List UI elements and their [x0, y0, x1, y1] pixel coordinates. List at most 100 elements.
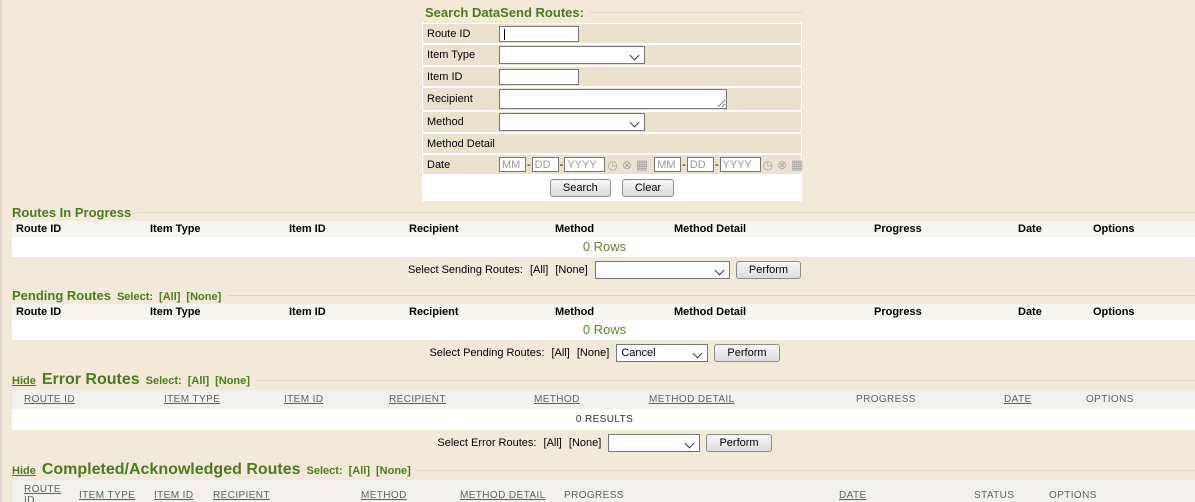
completed-title-text: Completed/Acknowledged Routes: [42, 461, 301, 479]
col-recipient: Recipient: [405, 221, 551, 237]
sort-recipient[interactable]: RECIPIENT: [385, 390, 530, 409]
route-id-input-wrap: [499, 26, 579, 42]
error-header-row: ROUTE ID ITEM TYPE ITEM ID RECIPIENT MET…: [12, 390, 1195, 409]
pending-routes-action-select-value: Cancel: [621, 347, 655, 359]
select-none-link[interactable]: [None]: [555, 264, 587, 276]
col-item-type: Item Type: [146, 221, 285, 237]
col-item-id: Item ID: [285, 221, 405, 237]
item-id-row: Item ID: [423, 67, 801, 86]
perform-button[interactable]: Perform: [714, 344, 779, 362]
sort-method-detail[interactable]: METHOD DETAIL: [645, 390, 852, 409]
sort-method-detail[interactable]: METHOD DETAIL: [456, 480, 560, 502]
col-options: OPTIONS: [1045, 480, 1195, 502]
completed-section-title: Hide Completed/Acknowledged Routes Selec…: [12, 461, 1195, 479]
pending-routes-action-select[interactable]: Cancel: [616, 344, 708, 362]
sending-routes-action-row: Select Sending Routes: [All] [None] Perf…: [12, 257, 1195, 284]
col-options: Options: [1089, 304, 1195, 320]
calendar-icon[interactable]: ▦: [636, 158, 648, 171]
date-from-day-input[interactable]: [532, 157, 559, 172]
date-from-month-input[interactable]: [499, 157, 526, 172]
item-type-select[interactable]: [499, 46, 645, 64]
error-select-all-link[interactable]: [All]: [188, 375, 209, 387]
sort-item-type[interactable]: ITEM TYPE: [75, 480, 150, 502]
sort-date[interactable]: DATE: [835, 480, 970, 502]
pending-row-count: 0 Rows: [12, 320, 1195, 340]
col-status: STATUS: [970, 480, 1045, 502]
sending-routes-action-select[interactable]: [595, 261, 730, 279]
col-route-id: Route ID: [12, 304, 146, 320]
date-separator: -: [560, 159, 564, 171]
col-method: Method: [551, 304, 670, 320]
error-title-text: Error Routes: [42, 371, 140, 389]
col-progress: Progress: [870, 221, 1014, 237]
sort-method[interactable]: METHOD: [530, 390, 645, 409]
search-button[interactable]: Search: [550, 179, 611, 197]
hide-error-routes-link[interactable]: Hide: [12, 375, 36, 387]
error-table: ROUTE ID ITEM TYPE ITEM ID RECIPIENT MET…: [12, 390, 1195, 430]
col-recipient: Recipient: [405, 304, 551, 320]
sort-method[interactable]: METHOD: [357, 480, 456, 502]
route-id-row: Route ID: [423, 24, 801, 43]
clock-icon[interactable]: ◷: [763, 159, 773, 171]
col-date: Date: [1014, 304, 1089, 320]
sort-date[interactable]: DATE: [1000, 390, 1082, 409]
completed-select-all-link[interactable]: [All]: [349, 465, 370, 477]
col-route-id: Route ID: [12, 221, 146, 237]
sort-route-id[interactable]: ROUTE ID: [12, 390, 160, 409]
item-type-row: Item Type: [423, 45, 801, 65]
hide-completed-routes-link[interactable]: Hide: [12, 465, 36, 477]
title-rule: [227, 295, 1195, 296]
date-separator: -: [715, 159, 719, 171]
search-form-buttons: Search Clear: [423, 176, 801, 201]
clear-date-icon[interactable]: ⊗: [622, 159, 632, 171]
method-row: Method: [423, 112, 801, 132]
search-form-title: Search DataSend Routes:: [422, 5, 802, 20]
error-select-none-link[interactable]: [None]: [215, 375, 250, 387]
date-to-year-input[interactable]: [720, 157, 761, 172]
select-none-link[interactable]: [None]: [569, 437, 601, 449]
pending-title-text: Pending Routes: [12, 288, 111, 303]
col-progress: PROGRESS: [560, 480, 835, 502]
col-options: OPTIONS: [1082, 390, 1195, 409]
sort-item-type[interactable]: ITEM TYPE: [160, 390, 280, 409]
perform-button[interactable]: Perform: [736, 261, 801, 279]
select-all-link[interactable]: [All]: [551, 347, 569, 359]
select-all-link[interactable]: [All]: [530, 264, 548, 276]
date-label: Date: [427, 159, 499, 171]
clear-date-icon[interactable]: ⊗: [777, 159, 787, 171]
date-from-year-input[interactable]: [564, 157, 605, 172]
sort-recipient[interactable]: RECIPIENT: [209, 480, 357, 502]
completed-select-none-link[interactable]: [None]: [376, 465, 411, 477]
error-routes-action-row: Select Error Routes: [All] [None] Perfor…: [12, 430, 1195, 457]
date-row: Date - - ◷ ⊗ ▦ - - ◷ ⊗ ▦: [423, 155, 801, 174]
sort-item-id[interactable]: ITEM ID: [280, 390, 385, 409]
pending-select-all-link[interactable]: [All]: [159, 291, 180, 303]
pending-select-label: Select:: [117, 291, 153, 303]
title-rule: [590, 12, 802, 13]
select-all-link[interactable]: [All]: [544, 437, 562, 449]
error-routes-action-label: Select Error Routes:: [437, 437, 536, 449]
clear-button[interactable]: Clear: [622, 179, 674, 197]
sort-item-id[interactable]: ITEM ID: [150, 480, 209, 502]
clock-icon[interactable]: ◷: [607, 159, 617, 171]
item-id-input[interactable]: [499, 69, 579, 85]
completed-header-row: ROUTE ID ITEM TYPE ITEM ID RECIPIENT MET…: [12, 480, 1195, 502]
calendar-icon[interactable]: ▦: [791, 158, 803, 171]
col-method-detail: Method Detail: [670, 221, 870, 237]
route-id-input[interactable]: [499, 26, 579, 42]
date-to-day-input[interactable]: [687, 157, 714, 172]
in-progress-title-text: Routes In Progress: [12, 205, 131, 220]
perform-button[interactable]: Perform: [706, 434, 771, 452]
method-select[interactable]: [499, 113, 645, 131]
col-method: Method: [551, 221, 670, 237]
col-item-type: Item Type: [146, 304, 285, 320]
pending-select-none-link[interactable]: [None]: [186, 291, 221, 303]
recipient-textarea[interactable]: [499, 89, 727, 109]
error-routes-action-select[interactable]: [608, 434, 700, 452]
date-to-month-input[interactable]: [654, 157, 681, 172]
sort-route-id[interactable]: ROUTE ID: [12, 480, 75, 502]
select-none-link[interactable]: [None]: [577, 347, 609, 359]
search-form: Search DataSend Routes: Route ID Item Ty…: [422, 0, 802, 201]
title-rule: [417, 470, 1195, 471]
pending-table: Route ID Item Type Item ID Recipient Met…: [12, 304, 1195, 340]
